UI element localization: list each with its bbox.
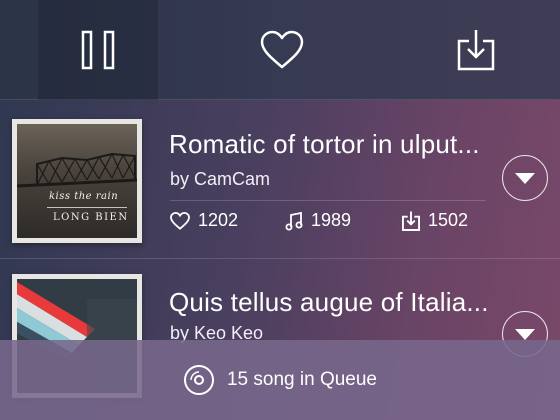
track-row[interactable]: kiss the rain LONG BIEN Romatic of torto… (0, 101, 560, 258)
download-icon (402, 211, 420, 231)
music-player-app: kiss the rain LONG BIEN Romatic of torto… (0, 0, 560, 420)
caret-down-icon (515, 329, 535, 340)
download-icon (457, 30, 495, 71)
heart-icon (170, 211, 190, 230)
music-note-icon (285, 211, 303, 230)
cover-divider (47, 207, 127, 208)
caret-down-icon (515, 173, 535, 184)
cover-script-text: kiss the rain (49, 191, 119, 202)
like-button[interactable] (222, 0, 342, 100)
track-title[interactable]: Romatic of tortor in ulput... (169, 129, 480, 160)
top-toolbar (0, 0, 560, 100)
plays-stat: 1989 (285, 210, 351, 231)
disc-icon (183, 365, 214, 395)
bridge-artwork (17, 152, 137, 188)
cover-main-text: LONG BIEN (53, 212, 129, 223)
pause-button[interactable] (38, 0, 158, 100)
plays-count: 1989 (311, 210, 352, 230)
downloads-stat: 1502 (402, 210, 468, 231)
album-cover: kiss the rain LONG BIEN (12, 119, 142, 243)
track-options-button[interactable] (502, 155, 548, 201)
queue-label: 15 song in Queue (226, 369, 377, 390)
track-artist[interactable]: by CamCam (170, 169, 270, 190)
likes-stat: 1202 (170, 210, 238, 231)
pause-icon (81, 30, 115, 70)
heart-icon (260, 30, 304, 69)
downloads-count: 1502 (428, 210, 469, 230)
meta-divider (170, 200, 486, 201)
track-title[interactable]: Quis tellus augue of Italia... (169, 287, 489, 318)
queue-bar[interactable]: 15 song in Queue (0, 340, 560, 420)
likes-count: 1202 (198, 210, 239, 230)
download-button[interactable] (416, 0, 536, 100)
